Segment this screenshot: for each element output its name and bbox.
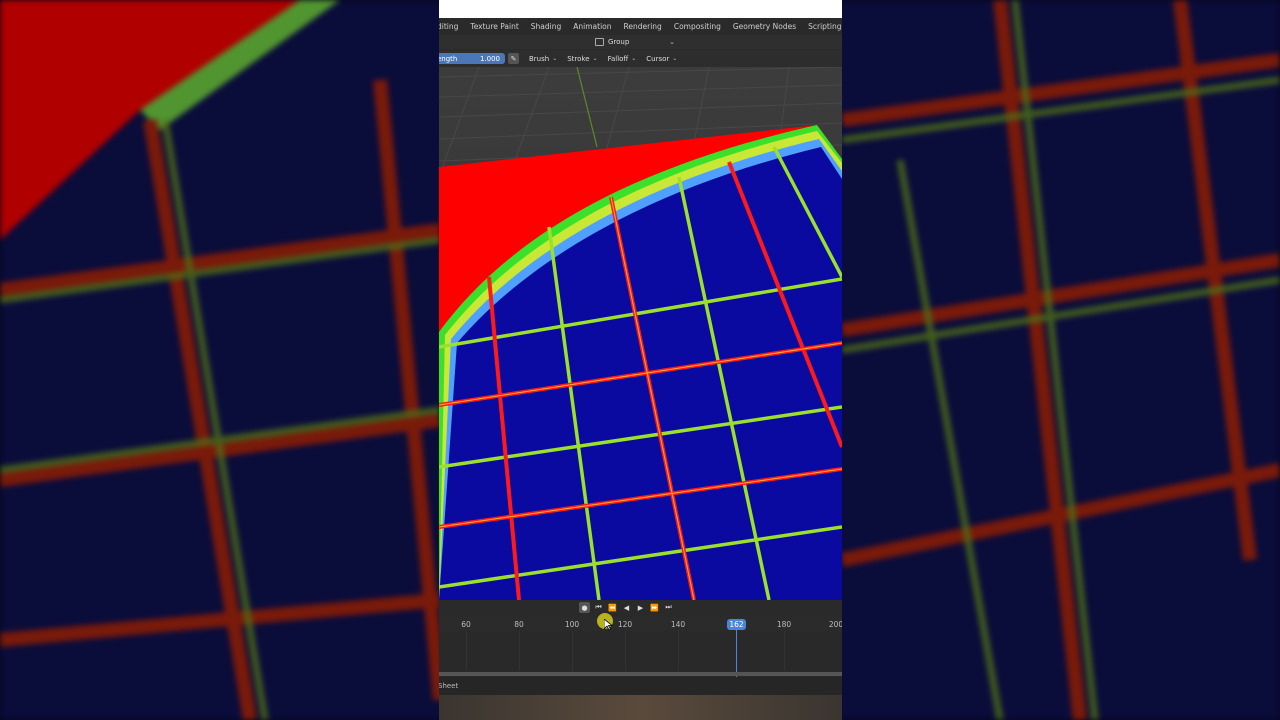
tool-settings-bar: ength 1.000 ✎ Brush ⌄ Stroke ⌄ Falloff ⌄… bbox=[439, 50, 842, 67]
frame-tick: 100 bbox=[564, 620, 580, 629]
tab-animation[interactable]: Animation bbox=[567, 22, 617, 31]
tab-geometry-nodes[interactable]: Geometry Nodes bbox=[727, 22, 802, 31]
3d-viewport[interactable] bbox=[439, 67, 842, 600]
chevron-down-icon: ⌄ bbox=[631, 55, 637, 62]
weight-paint-mesh bbox=[439, 67, 842, 600]
chevron-down-icon: ⌄ bbox=[592, 55, 598, 62]
vertex-group-label: Group bbox=[608, 38, 630, 46]
chevron-down-icon: ⌄ bbox=[672, 55, 678, 62]
brush-menu[interactable]: Brush ⌄ bbox=[529, 55, 557, 63]
title-bar bbox=[439, 0, 842, 18]
frame-tick: 80 bbox=[514, 620, 524, 629]
frame-tick: 180 bbox=[776, 620, 792, 629]
frame-ruler[interactable]: 60 80 100 120 140 180 200 bbox=[439, 617, 842, 631]
chevron-down-icon: ⌄ bbox=[669, 38, 675, 46]
current-frame-indicator[interactable]: 162 bbox=[727, 619, 746, 630]
frame-tick: 60 bbox=[461, 620, 471, 629]
jump-start-icon[interactable]: ⏮ bbox=[593, 602, 604, 613]
viewport-header: Group ⌄ bbox=[439, 35, 842, 49]
record-icon[interactable]: ● bbox=[579, 602, 590, 613]
cursor-menu-label: Cursor bbox=[646, 54, 670, 63]
tab-shading[interactable]: Shading bbox=[525, 22, 567, 31]
tab-rendering[interactable]: Rendering bbox=[618, 22, 668, 31]
tab-layout-editing[interactable]: diting bbox=[439, 22, 464, 31]
timeline-track-area[interactable] bbox=[439, 631, 842, 677]
prev-keyframe-icon[interactable]: ⏪ bbox=[607, 602, 618, 613]
frame-tick: 120 bbox=[617, 620, 633, 629]
timeline-header: ● ⏮ ⏪ ◀ ▶ ⏩ ⏭ bbox=[439, 600, 842, 617]
timeline-scrollbar[interactable] bbox=[439, 672, 842, 676]
pen-pressure-icon[interactable]: ✎ bbox=[508, 53, 519, 64]
vertex-group-selector[interactable]: Group ⌄ bbox=[595, 36, 675, 48]
strength-value: 1.000 bbox=[479, 54, 500, 63]
mouse-cursor-icon bbox=[604, 619, 614, 631]
strength-slider[interactable]: ength 1.000 bbox=[439, 53, 505, 64]
falloff-menu[interactable]: Falloff ⌄ bbox=[608, 55, 637, 63]
play-reverse-icon[interactable]: ◀ bbox=[621, 602, 632, 613]
editor-type-label: Sheet bbox=[439, 682, 459, 690]
stroke-menu[interactable]: Stroke ⌄ bbox=[567, 55, 597, 63]
bottom-overlay bbox=[439, 695, 842, 720]
chevron-down-icon: ⌄ bbox=[552, 55, 558, 62]
editor-footer: Sheet bbox=[439, 677, 842, 695]
brush-menu-label: Brush bbox=[529, 54, 550, 63]
frame-tick: 200 bbox=[828, 620, 842, 629]
play-icon[interactable]: ▶ bbox=[635, 602, 646, 613]
workspace-tabs: diting Texture Paint Shading Animation R… bbox=[439, 18, 842, 35]
tab-compositing[interactable]: Compositing bbox=[668, 22, 727, 31]
group-data-icon bbox=[595, 38, 604, 46]
blender-window: diting Texture Paint Shading Animation R… bbox=[439, 0, 842, 720]
stroke-menu-label: Stroke bbox=[567, 54, 590, 63]
next-keyframe-icon[interactable]: ⏩ bbox=[649, 602, 660, 613]
jump-end-icon[interactable]: ⏭ bbox=[663, 602, 674, 613]
playhead[interactable] bbox=[736, 630, 737, 678]
strength-label: ength bbox=[439, 54, 458, 63]
falloff-menu-label: Falloff bbox=[607, 54, 629, 63]
cursor-menu[interactable]: Cursor ⌄ bbox=[646, 55, 677, 63]
tab-texture-paint[interactable]: Texture Paint bbox=[464, 22, 524, 31]
tab-scripting[interactable]: Scripting bbox=[802, 22, 842, 31]
playback-controls: ● ⏮ ⏪ ◀ ▶ ⏩ ⏭ bbox=[579, 602, 674, 613]
frame-tick: 140 bbox=[670, 620, 686, 629]
